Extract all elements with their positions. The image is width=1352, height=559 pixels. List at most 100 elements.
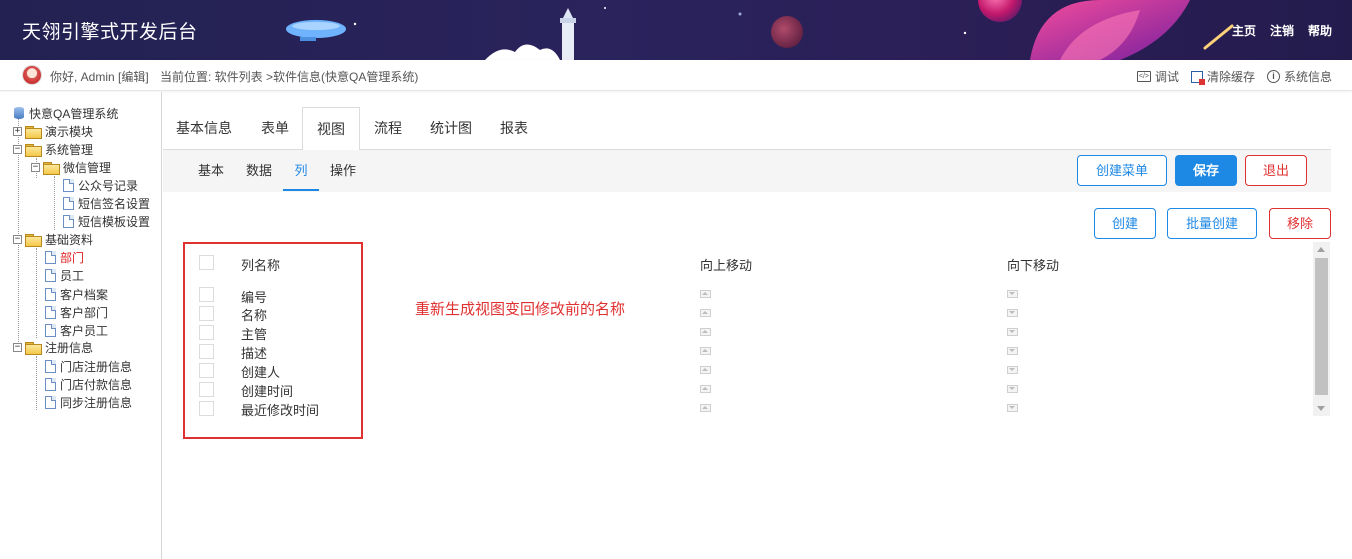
- tree-item-customer-file[interactable]: 客户档案: [45, 286, 108, 303]
- tree-item-department[interactable]: 部门: [45, 249, 84, 266]
- subtab-data[interactable]: 数据: [240, 150, 278, 191]
- breadcrumb: 当前位置: 软件列表 >软件信息(快意QA管理系统): [160, 70, 419, 84]
- sidebar-tree: 快意QA管理系统 + 演示模块 − 系统管理 − 微信管理 公众号记录 短信签名…: [0, 92, 162, 559]
- tree-item-label: 客户部门: [60, 306, 109, 320]
- tab-view[interactable]: 视图: [302, 107, 360, 151]
- page-icon: [45, 396, 56, 409]
- subtab-columns[interactable]: 列: [283, 150, 319, 191]
- move-up-icon[interactable]: [700, 290, 711, 298]
- tree-item-store-payment[interactable]: 门店付款信息: [45, 376, 132, 393]
- subtab-basic[interactable]: 基本: [192, 150, 230, 191]
- nav-logout-link[interactable]: 注销: [1270, 22, 1294, 39]
- move-down-icon[interactable]: [1007, 290, 1018, 298]
- tab-form[interactable]: 表单: [248, 107, 302, 150]
- move-up-icon[interactable]: [700, 366, 711, 374]
- move-up-icon[interactable]: [700, 347, 711, 355]
- tree-folder-wechat[interactable]: − 微信管理: [31, 159, 111, 176]
- create-button[interactable]: 创建: [1094, 208, 1156, 239]
- page-icon: [45, 288, 56, 301]
- folder-open-icon: [25, 143, 42, 157]
- clear-cache-button[interactable]: 清除缓存: [1190, 68, 1255, 85]
- tree-item-label: 客户员工: [60, 324, 109, 338]
- page-icon: [45, 251, 56, 264]
- subtab-operations[interactable]: 操作: [324, 150, 362, 191]
- page-icon: [45, 269, 56, 282]
- move-down-icon[interactable]: [1007, 328, 1018, 336]
- tree-item-customer-department[interactable]: 客户部门: [45, 304, 108, 321]
- tree-root[interactable]: 快意QA管理系统: [13, 105, 118, 122]
- exit-button[interactable]: 退出: [1245, 155, 1307, 186]
- top-info-bar: 你好, Admin [编辑] 当前位置: 软件列表 >软件信息(快意QA管理系统…: [0, 60, 1352, 91]
- system-info-button[interactable]: i 系统信息: [1266, 68, 1332, 85]
- column-header-move-up: 向上移动: [700, 258, 753, 273]
- folder-open-icon: [25, 233, 42, 247]
- scroll-up-icon[interactable]: [1317, 247, 1325, 252]
- save-button[interactable]: 保存: [1175, 155, 1237, 186]
- move-down-icon[interactable]: [1007, 404, 1018, 412]
- top-tools: </> 调试 清除缓存 i 系统信息: [1136, 68, 1332, 85]
- tree-guide-line: [54, 176, 55, 230]
- collapse-icon[interactable]: −: [13, 145, 22, 154]
- tab-flow[interactable]: 流程: [361, 107, 415, 150]
- tab-report[interactable]: 报表: [487, 107, 541, 150]
- nav-home-link[interactable]: 主页: [1232, 22, 1256, 39]
- column-header-move-down: 向下移动: [1007, 258, 1060, 273]
- folder-icon: [25, 125, 42, 139]
- avatar: [22, 65, 42, 85]
- info-icon: i: [1266, 70, 1280, 83]
- move-down-icon[interactable]: [1007, 309, 1018, 317]
- tree-item-label: 客户档案: [60, 288, 109, 302]
- tree-item-store-registration[interactable]: 门店注册信息: [45, 358, 132, 375]
- move-up-icon[interactable]: [700, 385, 711, 393]
- move-down-icon[interactable]: [1007, 347, 1018, 355]
- table-scrollbar[interactable]: [1313, 242, 1330, 416]
- tree-root-label: 快意QA管理系统: [29, 107, 119, 121]
- move-up-icon[interactable]: [700, 404, 711, 412]
- system-info-label: 系统信息: [1283, 70, 1332, 84]
- tree-item-customer-employee[interactable]: 客户员工: [45, 322, 108, 339]
- move-down-icon[interactable]: [1007, 366, 1018, 374]
- tree-folder-registration[interactable]: − 注册信息: [13, 339, 93, 356]
- create-menu-button[interactable]: 创建菜单: [1077, 155, 1167, 186]
- tree-item-label: 门店注册信息: [60, 360, 133, 374]
- move-down-icon[interactable]: [1007, 385, 1018, 393]
- debug-button[interactable]: </> 调试: [1136, 68, 1179, 85]
- tree-item-sms-template[interactable]: 短信模板设置: [63, 213, 150, 230]
- tree-item-sync-registration[interactable]: 同步注册信息: [45, 394, 132, 411]
- annotation-text: 重新生成视图变回修改前的名称: [415, 301, 626, 318]
- tab-basic-info[interactable]: 基本信息: [166, 107, 242, 150]
- tree-item-official-account[interactable]: 公众号记录: [63, 177, 138, 194]
- collapse-icon[interactable]: −: [13, 343, 22, 352]
- tree-item-label: 基础资料: [45, 233, 94, 247]
- collapse-icon[interactable]: −: [31, 163, 40, 172]
- tree-folder-demo[interactable]: + 演示模块: [13, 123, 93, 140]
- collapse-icon[interactable]: −: [13, 235, 22, 244]
- edit-profile-link[interactable]: [编辑]: [118, 70, 149, 84]
- scroll-thumb[interactable]: [1315, 258, 1328, 395]
- tree-item-label: 部门: [60, 251, 85, 265]
- page-icon: [45, 378, 56, 391]
- debug-icon: </>: [1136, 71, 1151, 82]
- tree-folder-system[interactable]: − 系统管理: [13, 141, 93, 158]
- expand-icon[interactable]: +: [13, 127, 22, 136]
- page-icon: [63, 215, 74, 228]
- tree-item-label: 演示模块: [45, 125, 94, 139]
- tree-item-label: 员工: [60, 269, 85, 283]
- tree-item-label: 注册信息: [45, 341, 94, 355]
- clear-cache-label: 清除缓存: [1206, 70, 1255, 84]
- tree-item-label: 同步注册信息: [60, 396, 133, 410]
- scroll-down-icon[interactable]: [1317, 406, 1325, 411]
- tree-guide-line: [36, 248, 37, 338]
- tree-item-sms-signature[interactable]: 短信签名设置: [63, 195, 150, 212]
- tree-item-label: 门店付款信息: [60, 378, 133, 392]
- remove-button[interactable]: 移除: [1269, 208, 1331, 239]
- tab-stat-chart[interactable]: 统计图: [420, 107, 482, 150]
- batch-create-button[interactable]: 批量创建: [1167, 208, 1257, 239]
- move-up-icon[interactable]: [700, 309, 711, 317]
- move-up-icon[interactable]: [700, 328, 711, 336]
- folder-open-icon: [43, 161, 60, 175]
- tree-item-employee[interactable]: 员工: [45, 267, 84, 284]
- tree-folder-basic-data[interactable]: − 基础资料: [13, 231, 93, 248]
- clear-cache-icon: [1190, 70, 1205, 85]
- nav-help-link[interactable]: 帮助: [1308, 22, 1332, 39]
